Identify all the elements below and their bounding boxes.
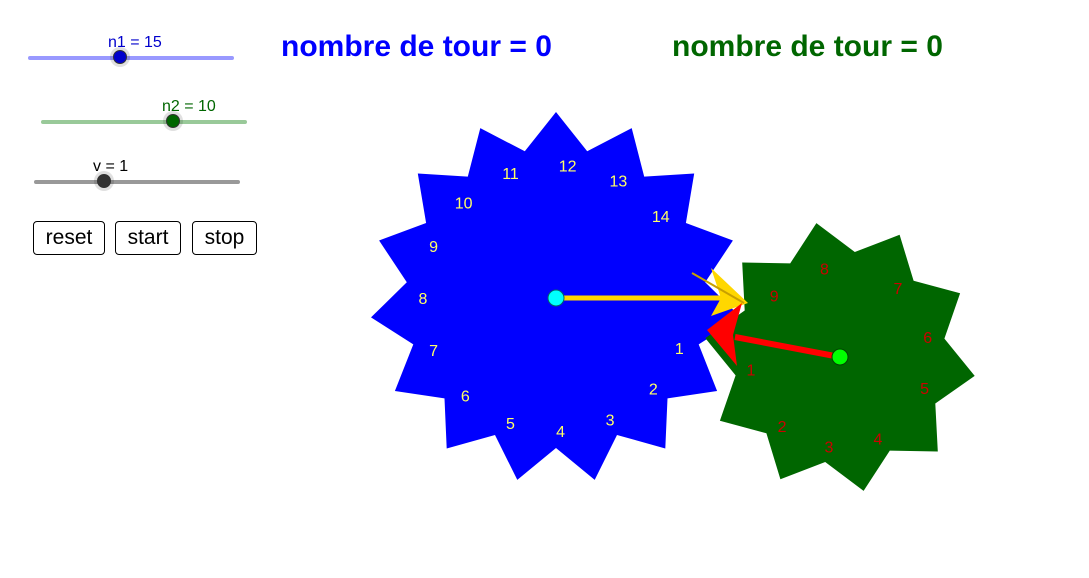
green-gear-label: 5 xyxy=(920,381,929,398)
gear-canvas: 1234567891011 121314 123 456789 xyxy=(371,112,975,491)
blue-gear-label: 1 xyxy=(675,341,684,358)
green-gear-label: 9 xyxy=(770,289,779,306)
blue-gear-label: 8 xyxy=(419,291,428,308)
blue-gear-label: 4 xyxy=(556,424,565,441)
blue-gear-center-point[interactable] xyxy=(547,289,565,307)
blue-gear-label: 12 xyxy=(559,159,577,176)
green-gear-center-point[interactable] xyxy=(831,348,849,366)
blue-gear-label: 5 xyxy=(506,416,515,433)
blue-gear-label: 13 xyxy=(610,174,628,191)
blue-gear-label: 2 xyxy=(649,382,658,399)
green-gear-label: 7 xyxy=(893,281,902,298)
blue-gear-label: 6 xyxy=(461,388,470,405)
blue-gear-label: 11 xyxy=(502,166,519,183)
green-gear-label: 6 xyxy=(923,330,932,347)
green-gear-label: 4 xyxy=(874,432,883,449)
green-gear-label: 2 xyxy=(778,419,787,436)
blue-gear-label: 3 xyxy=(606,413,615,430)
green-gear-label: 8 xyxy=(820,261,829,278)
blue-gear-label: 9 xyxy=(429,239,438,256)
blue-gear-label: 10 xyxy=(455,195,473,212)
green-gear-label: 3 xyxy=(825,439,834,456)
blue-gear-label: 14 xyxy=(652,209,670,226)
blue-gear-label: 7 xyxy=(429,343,438,360)
green-gear-label: 1 xyxy=(746,363,755,380)
blue-gear-hand-arrowhead xyxy=(711,268,748,316)
